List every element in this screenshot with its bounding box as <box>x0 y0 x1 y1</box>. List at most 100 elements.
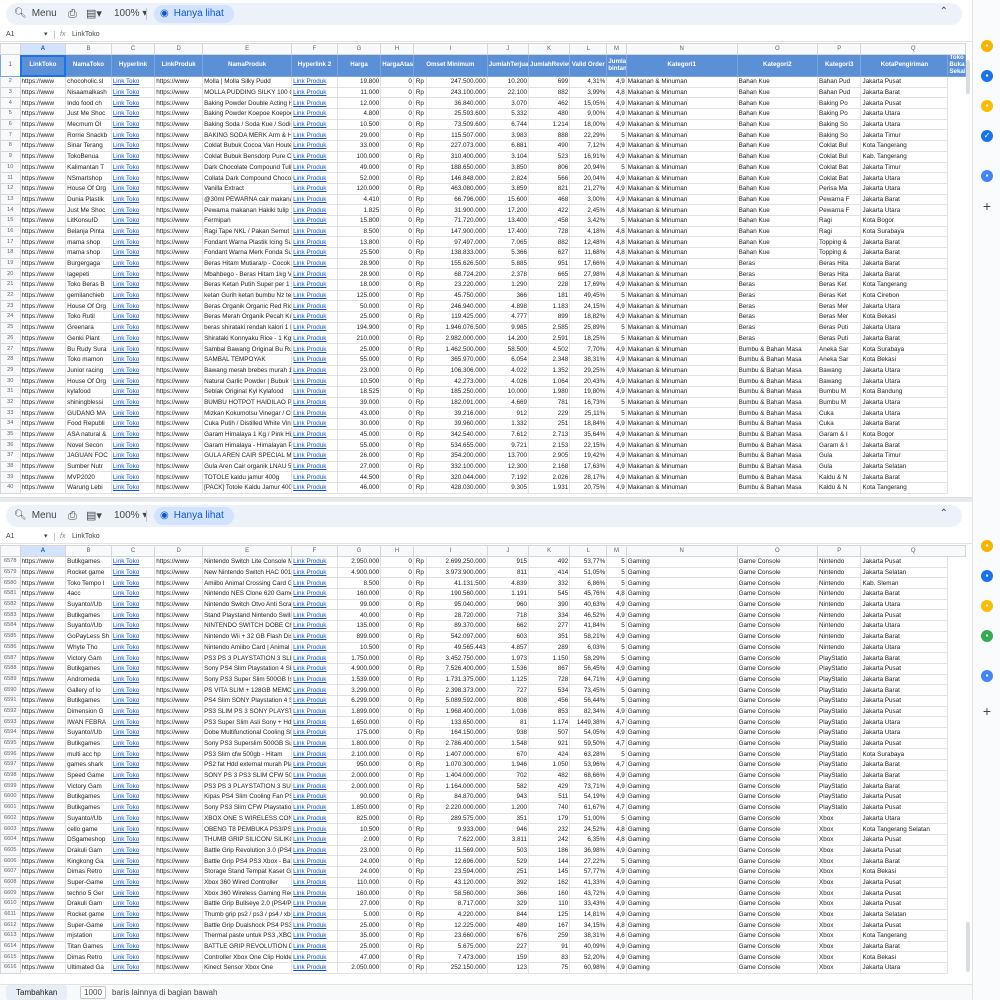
header-cell[interactable]: Kategori2 <box>736 54 819 77</box>
harga-atas-cell[interactable]: 0 <box>380 321 414 334</box>
omset-cell[interactable]: 252.150.000 <box>425 962 488 974</box>
valid-order-cell[interactable]: 34,15% <box>569 919 608 932</box>
kategori2-cell[interactable]: Bahan Kue <box>736 118 819 131</box>
kategori2-cell[interactable]: Bahan Kue <box>736 129 819 142</box>
bintang-cell[interactable]: 5 <box>606 556 627 568</box>
link-toko-cell[interactable]: https://www <box>19 876 67 889</box>
valid-order-cell[interactable]: 6,86% <box>569 577 608 590</box>
harga-atas-cell[interactable]: 0 <box>380 396 414 409</box>
valid-order-cell[interactable]: 16,91% <box>569 150 608 163</box>
hyperlink-cell[interactable]: Link Toko <box>110 300 156 313</box>
hyperlink-cell[interactable]: Link Toko <box>110 791 156 803</box>
hyperlink-2-cell[interactable]: Link Produk <box>291 300 338 313</box>
kategori2-cell[interactable]: Beras <box>736 279 819 291</box>
nama-produk-cell[interactable]: Nintendo Wii + 32 GB Flash Disk <box>202 630 293 643</box>
column-header-a[interactable]: A <box>19 545 67 557</box>
currency-cell[interactable]: Rp <box>412 279 427 291</box>
kategori1-cell[interactable]: Makanan & Minuman <box>625 482 738 494</box>
kategori1-cell[interactable]: Makanan & Minuman <box>625 460 738 473</box>
harga-atas-cell[interactable]: 0 <box>380 471 414 484</box>
kategori1-cell[interactable]: Gaming <box>625 769 738 782</box>
harga-atas-cell[interactable]: 0 <box>380 268 414 281</box>
kategori1-cell[interactable]: Makanan & Minuman <box>625 108 738 120</box>
row-number[interactable]: 6595 <box>0 737 21 750</box>
row-number[interactable]: 6613 <box>0 930 21 942</box>
kategori2-cell[interactable]: Game Console <box>736 641 819 654</box>
jumlah-review-cell[interactable]: 523 <box>527 150 571 163</box>
link-produk-cell[interactable]: https://www <box>154 823 204 835</box>
kategori2-cell[interactable]: Bumbu & Bahan Masa <box>736 450 819 462</box>
valid-order-cell[interactable]: 3,99% <box>569 86 608 99</box>
kategori1-cell[interactable]: Gaming <box>625 962 738 974</box>
harga-cell[interactable]: 2.000.000 <box>336 769 382 782</box>
bintang-cell[interactable]: 5 <box>606 321 627 334</box>
row-number[interactable]: 6587 <box>0 652 21 664</box>
valid-order-cell[interactable]: 18,25% <box>569 332 608 345</box>
link-produk-cell[interactable]: https://www <box>154 257 204 270</box>
valid-order-cell[interactable]: 58,29% <box>569 652 608 664</box>
row-number[interactable]: 6581 <box>0 588 21 600</box>
harga-atas-cell[interactable]: 0 <box>380 343 414 355</box>
nama-toko-cell[interactable]: Andromeda <box>65 673 112 686</box>
header-cell[interactable]: Harga <box>336 54 382 77</box>
bintang-cell[interactable]: 4,9 <box>606 898 627 910</box>
row-number[interactable]: 27 <box>0 343 21 355</box>
jumlah-review-cell[interactable]: 492 <box>527 556 571 568</box>
omset-cell[interactable]: 97.497.000 <box>425 236 488 248</box>
jumlah-terjual-cell[interactable]: 670 <box>486 748 530 761</box>
currency-cell[interactable]: Rp <box>412 662 427 675</box>
row-number[interactable]: 36 <box>0 439 21 452</box>
header-cell[interactable]: KotaPengiriman <box>860 54 949 77</box>
kategori1-cell[interactable]: Makanan & Minuman <box>625 332 738 345</box>
jumlah-terjual-cell[interactable]: 6.744 <box>486 118 530 131</box>
omset-cell[interactable]: 8.717.000 <box>425 898 488 910</box>
kategori2-cell[interactable]: Game Console <box>736 812 819 825</box>
kota-cell[interactable]: Jakarta Pusat <box>860 919 949 932</box>
valid-order-cell[interactable]: 25,11% <box>569 407 608 419</box>
harga-cell[interactable]: 899.000 <box>336 630 382 643</box>
kategori2-cell[interactable]: Game Console <box>736 684 819 696</box>
hyperlink-cell[interactable]: Link Toko <box>110 108 156 120</box>
kategori2-cell[interactable]: Beras <box>736 311 819 323</box>
omset-cell[interactable]: 2.982.000.000 <box>425 332 488 345</box>
jumlah-review-cell[interactable]: 351 <box>527 630 571 643</box>
currency-cell[interactable]: Rp <box>412 140 427 152</box>
kategori1-cell[interactable]: Makanan & Minuman <box>625 118 738 131</box>
nama-produk-cell[interactable]: Beras Hitam Mutiara/p - Cocok <box>202 257 293 270</box>
kota-cell[interactable]: Kab. Tangerang <box>860 150 949 163</box>
jumlah-review-cell[interactable]: 545 <box>527 588 571 600</box>
nama-toko-cell[interactable]: Speed Game <box>65 769 112 782</box>
nama-toko-cell[interactable]: Suyanto//Ub <box>65 812 112 825</box>
kategori3-cell[interactable]: PlayStatio <box>816 737 862 750</box>
harga-atas-cell[interactable]: 0 <box>380 940 414 953</box>
link-produk-cell[interactable]: https://www <box>154 641 204 654</box>
kategori3-cell[interactable]: Ragi <box>816 225 862 238</box>
omset-cell[interactable]: 247.500.000 <box>425 76 488 88</box>
bintang-cell[interactable]: 4,9 <box>606 962 627 974</box>
valid-order-cell[interactable]: 20,04% <box>569 172 608 184</box>
hyperlink-cell[interactable]: Link Toko <box>110 279 156 291</box>
kota-cell[interactable]: Jakarta Utara <box>860 321 949 334</box>
kategori2-cell[interactable]: Bumbu & Bahan Masa <box>736 460 819 473</box>
hyperlink-cell[interactable]: Link Toko <box>110 716 156 728</box>
bintang-cell[interactable]: 4,8 <box>606 204 627 216</box>
hyperlink-cell[interactable]: Link Toko <box>110 908 156 921</box>
kategori2-cell[interactable]: Beras <box>736 289 819 302</box>
kategori1-cell[interactable]: Gaming <box>625 833 738 846</box>
hyperlink-2-cell[interactable]: Link Produk <box>291 471 338 484</box>
column-header-a[interactable]: A <box>19 43 67 55</box>
bintang-cell[interactable]: 5 <box>606 620 627 632</box>
hyperlink-cell[interactable]: Link Toko <box>110 844 156 857</box>
kategori2-cell[interactable]: Bumbu & Bahan Masa <box>736 428 819 441</box>
currency-cell[interactable]: Rp <box>412 193 427 206</box>
nama-toko-cell[interactable]: Butikgames <box>65 694 112 707</box>
link-toko-cell[interactable]: https://www <box>19 236 67 248</box>
bintang-cell[interactable]: 4,8 <box>606 86 627 99</box>
omset-cell[interactable]: 1.946.076.500 <box>425 321 488 334</box>
omset-cell[interactable]: 185.250.000 <box>425 385 488 398</box>
omset-cell[interactable]: 342.540.000 <box>425 428 488 441</box>
hyperlink-cell[interactable]: Link Toko <box>110 86 156 99</box>
nama-toko-cell[interactable]: Drakuli Gam <box>65 844 112 857</box>
hyperlink-cell[interactable]: Link Toko <box>110 332 156 345</box>
hyperlink-cell[interactable]: Link Toko <box>110 727 156 739</box>
